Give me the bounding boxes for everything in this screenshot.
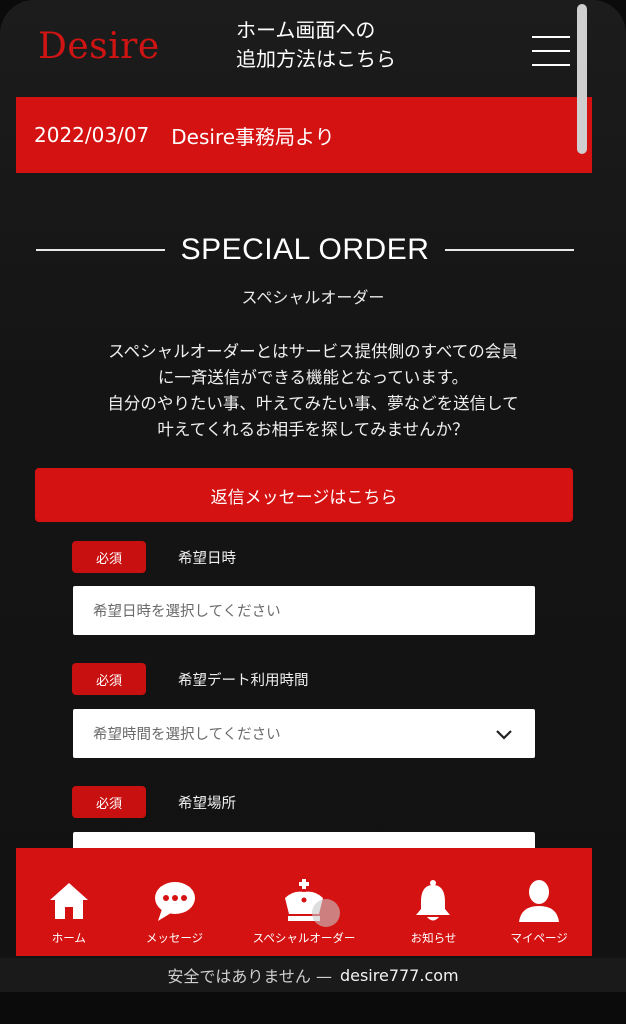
field-label-duration: 必須 希望デート利用時間 [72, 663, 309, 695]
nav-item-mypage[interactable]: マイページ [486, 848, 592, 956]
nav-item-special-order[interactable]: スペシャルオーダー [227, 848, 380, 956]
notice-text: Desire事務局より [171, 124, 335, 149]
date-placeholder: 希望日時を選択してください [93, 604, 281, 620]
add-to-home-link[interactable]: ホーム画面への 追加方法はこちら [236, 16, 436, 74]
notice-bar[interactable]: 2022/03/07 Desire事務局より [16, 97, 592, 173]
scrollbar[interactable] [577, 4, 587, 154]
description-line: 自分のやりたい事、叶えてみたい事、夢などを送信して [107, 394, 519, 413]
home-icon [49, 883, 88, 919]
security-warning: 安全ではありません — [167, 967, 332, 986]
browser-url-bar[interactable]: 安全ではありません — desire777.com [0, 958, 626, 992]
chat-bubble-icon [154, 882, 195, 921]
page-subtitle: スペシャルオーダー [241, 288, 385, 307]
url-domain: desire777.com [339, 965, 459, 985]
duration-placeholder: 希望時間を選択してください [93, 727, 281, 743]
date-input[interactable]: 希望日時を選択してください [73, 586, 535, 635]
nav-item-message[interactable]: メッセージ [122, 848, 228, 956]
nav-label: メッセージ [145, 931, 204, 945]
field-label-text: 希望デート利用時間 [178, 672, 309, 689]
required-badge: 必須 [72, 541, 146, 573]
page-title: SPECIAL ORDER [180, 233, 430, 266]
notice-date: 2022/03/07 [34, 123, 150, 147]
description-line: スペシャルオーダーとはサービス提供側のすべての会員 [108, 342, 518, 361]
title-divider-left [36, 249, 165, 251]
bell-icon [416, 880, 451, 921]
title-divider-right [445, 249, 575, 251]
field-label-date: 必須 希望日時 [72, 541, 236, 573]
required-badge: 必須 [72, 663, 146, 695]
chevron-down-icon [496, 730, 512, 740]
nav-item-home[interactable]: ホーム [16, 848, 122, 956]
user-icon [519, 880, 560, 922]
menu-icon[interactable] [532, 36, 570, 68]
app-header: Desire ホーム画面への 追加方法はこちら [0, 0, 626, 96]
required-badge: 必須 [72, 786, 146, 818]
description-line: に一斉送信ができる機能となっています。 [157, 368, 469, 387]
field-label-text: 希望日時 [178, 550, 236, 567]
nav-label: ホーム [51, 931, 86, 945]
description-line: 叶えてくれるお相手を探してみませんか？ [157, 420, 469, 439]
phone-screen: Desire ホーム画面への 追加方法はこちら 2022/03/07 Desir… [0, 0, 626, 992]
logo[interactable]: Desire [38, 26, 160, 67]
duration-select[interactable]: 希望時間を選択してください [73, 709, 535, 758]
bottom-nav: ホーム メッセージ スペシャルオーダー お知らせ マイページ [16, 848, 592, 956]
touch-indicator [312, 899, 340, 927]
reply-message-button[interactable]: 返信メッセージはこちら [35, 468, 573, 522]
nav-label: お知らせ [410, 931, 457, 945]
field-label-text: 希望場所 [178, 795, 236, 812]
nav-item-notifications[interactable]: お知らせ [381, 848, 487, 956]
section-title: SPECIAL ORDER [36, 228, 575, 272]
nav-label: スペシャルオーダー [252, 931, 356, 945]
section-description: スペシャルオーダーとはサービス提供側のすべての会員 に一斉送信ができる機能となっ… [40, 339, 586, 443]
add-home-line1: ホーム画面への [236, 18, 376, 42]
field-label-place: 必須 希望場所 [72, 786, 236, 818]
add-home-line2: 追加方法はこちら [236, 47, 396, 71]
nav-label: マイページ [510, 931, 568, 945]
